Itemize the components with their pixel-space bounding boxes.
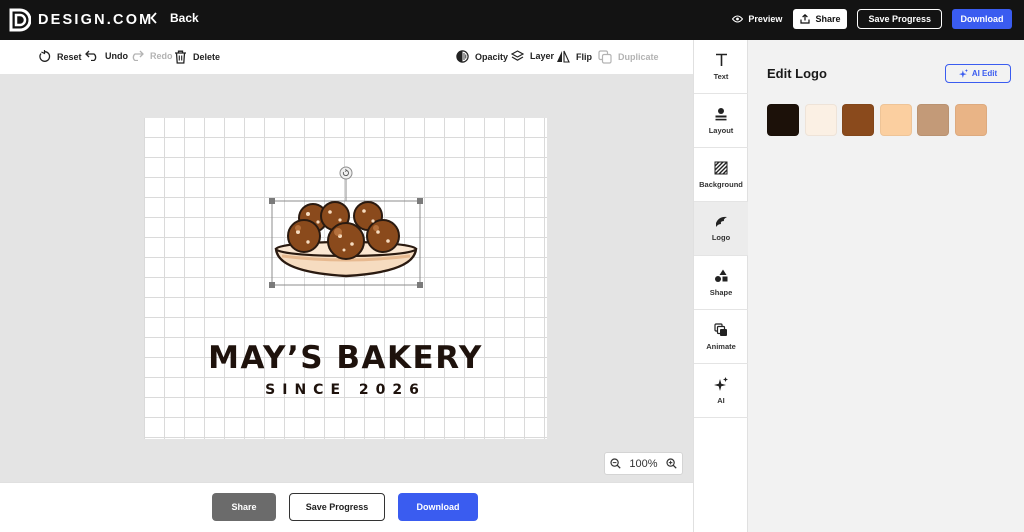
color-swatch-2[interactable]: [804, 104, 837, 136]
brand-name: DESIGN.COM: [38, 12, 154, 28]
flip-label: Flip: [576, 51, 592, 62]
edit-toolbar: Reset Undo Redo Delete Opacity Layer Fli…: [0, 40, 693, 75]
nav-item-text[interactable]: Text: [694, 40, 748, 94]
undo-icon: [85, 50, 97, 61]
eye-icon: [732, 15, 744, 23]
trash-icon: [175, 50, 186, 64]
zoom-control: 100%: [604, 452, 683, 475]
nav-item-animate[interactable]: Animate: [694, 310, 748, 364]
top-bar: DESIGN.COM Back Preview Share Save Progr…: [0, 0, 1024, 40]
ai-sparkle-small-icon: [958, 69, 968, 78]
color-swatch-3[interactable]: [842, 104, 874, 136]
nav-label-shape: Shape: [709, 287, 733, 297]
opacity-button[interactable]: Opacity: [456, 50, 508, 63]
tool-sidenav: Text Layout Background Logo Shape Animat…: [693, 40, 748, 532]
text-icon: [715, 53, 727, 66]
nav-item-background[interactable]: Background: [694, 148, 748, 202]
nav-item-logo[interactable]: Logo: [694, 202, 748, 256]
nav-label-logo: Logo: [711, 233, 731, 242]
redo-icon: [132, 50, 144, 61]
color-swatch-4[interactable]: [879, 104, 912, 136]
share-button-top[interactable]: Share: [793, 9, 848, 29]
zoom-out-button[interactable]: [610, 458, 621, 469]
nav-item-ai[interactable]: AI: [694, 364, 748, 418]
bakery-cookies-logo-icon[interactable]: [268, 166, 428, 298]
nav-item-layout[interactable]: Layout: [694, 94, 748, 148]
bottom-action-bar: Share Save Progress Download: [0, 482, 693, 532]
zoom-out-icon: [610, 458, 621, 469]
layer-button[interactable]: Layer: [511, 50, 554, 62]
duplicate-button[interactable]: Duplicate: [598, 50, 659, 64]
undo-button[interactable]: Undo: [85, 50, 128, 61]
share-top-label: Share: [815, 14, 841, 24]
flip-button[interactable]: Flip: [556, 50, 592, 63]
save-progress-button-top[interactable]: Save Progress: [857, 9, 942, 29]
preview-button[interactable]: Preview: [732, 14, 782, 24]
edit-logo-panel: Edit Logo AI Edit: [748, 40, 1024, 532]
brand[interactable]: DESIGN.COM: [9, 8, 153, 32]
redo-button[interactable]: Redo: [130, 50, 173, 61]
duplicate-icon: [598, 50, 612, 64]
zoom-in-button[interactable]: [666, 458, 677, 469]
logo-title-text[interactable]: MAY’S BAKERY: [144, 340, 547, 376]
reset-icon: [39, 50, 51, 62]
opacity-label: Opacity: [475, 51, 509, 62]
color-swatch-1[interactable]: [767, 104, 799, 136]
color-swatches: [767, 104, 992, 136]
logo-subtitle-text[interactable]: SINCE 2026: [144, 382, 547, 398]
nav-label-text: Text: [713, 71, 729, 81]
nav-label-layout: Layout: [708, 125, 734, 135]
save-progress-button[interactable]: Save Progress: [289, 493, 385, 521]
delete-button[interactable]: Delete: [174, 50, 220, 64]
ai-edit-label: AI Edit: [971, 69, 998, 78]
download-button[interactable]: Download: [398, 493, 478, 521]
layer-label: Layer: [530, 51, 555, 61]
shape-icon: [715, 269, 728, 282]
panel-title: Edit Logo: [767, 66, 827, 81]
zoom-in-icon: [666, 458, 677, 469]
ai-edit-button[interactable]: AI Edit: [945, 64, 1011, 83]
logo-icon: [716, 216, 727, 227]
chevron-left-icon: [150, 12, 157, 24]
nav-label-ai: AI: [717, 395, 725, 405]
preview-label: Preview: [748, 14, 783, 24]
upload-share-icon: [800, 14, 811, 24]
ai-sparkle-icon: [714, 376, 728, 391]
reset-button[interactable]: Reset: [38, 50, 82, 63]
delete-label: Delete: [193, 52, 221, 62]
share-button[interactable]: Share: [212, 493, 276, 521]
back-label: Back: [170, 11, 199, 25]
nav-item-shape[interactable]: Shape: [694, 256, 748, 310]
zoom-level: 100%: [629, 457, 658, 470]
opacity-icon: [456, 50, 469, 63]
reset-label: Reset: [57, 51, 82, 62]
undo-label: Undo: [105, 50, 128, 61]
color-swatch-6[interactable]: [954, 104, 987, 136]
background-icon: [714, 161, 728, 174]
back-button[interactable]: Back: [150, 11, 199, 25]
canvas-workspace: MAY’S BAKERY SINCE 2026 100%: [0, 75, 693, 482]
redo-label: Redo: [150, 50, 173, 61]
nav-label-animate: Animate: [706, 341, 736, 351]
layers-icon: [511, 50, 524, 61]
nav-label-background: Background: [699, 179, 743, 189]
flip-icon: [557, 50, 570, 63]
layout-icon: [715, 107, 727, 120]
animate-icon: [714, 322, 727, 336]
download-button-top[interactable]: Download: [952, 9, 1012, 29]
color-swatch-5[interactable]: [917, 104, 949, 136]
duplicate-label: Duplicate: [618, 52, 659, 62]
brand-logo-icon: [9, 8, 31, 32]
design-canvas[interactable]: MAY’S BAKERY SINCE 2026: [144, 118, 547, 439]
